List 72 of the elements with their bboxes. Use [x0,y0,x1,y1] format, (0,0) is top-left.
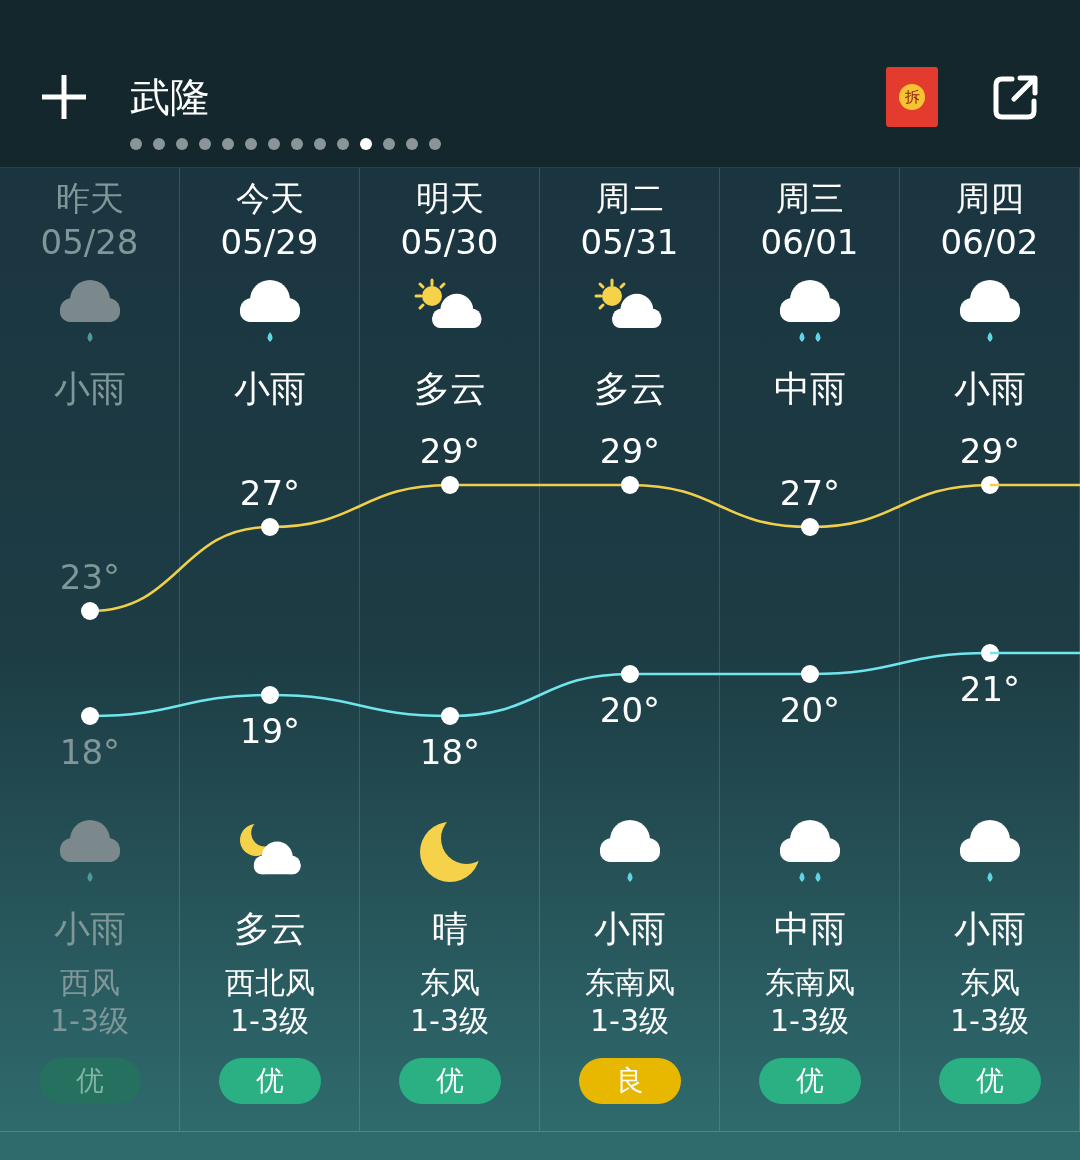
wind-direction: 东南风 [584,964,675,1002]
wind-direction: 西风 [59,964,120,1002]
temperature-label: 18° [58,732,122,772]
page-dot[interactable] [199,138,211,150]
temperature-label: 27° [238,473,302,513]
air-quality-badge: 优 [398,1058,501,1104]
day-date: 05/28 [40,221,139,264]
temperature-label: 23° [58,557,122,597]
air-quality-badge: 优 [218,1058,321,1104]
page-dot[interactable] [291,138,303,150]
day-weather: 小雨 [953,367,1026,411]
temperature-label: 29° [598,431,662,471]
night-weather: 中雨 [773,907,846,951]
day-label: 昨天 [55,177,124,220]
day-weather: 小雨 [233,367,306,411]
city-title: 武隆 [130,72,210,122]
wind-direction: 东南风 [764,964,855,1002]
day-date: 06/01 [760,221,859,264]
temperature-label: 21° [958,669,1022,709]
temperature-label: 19° [238,711,302,751]
wind-level: 1-3级 [230,1002,309,1040]
wind-direction: 西北风 [224,964,315,1002]
temperature-label: 20° [598,690,662,730]
day-label: 明天 [415,177,484,220]
page-dot[interactable] [153,138,165,150]
wind-level: 1-3级 [590,1002,669,1040]
add-icon[interactable] [40,73,88,121]
page-dot[interactable] [268,138,280,150]
night-weather: 小雨 [53,907,126,951]
wind-level: 1-3级 [770,1002,849,1040]
wind-level: 1-3级 [950,1002,1029,1040]
night-weather: 晴 [431,907,468,951]
day-date: 06/02 [940,221,1039,264]
day-label: 周四 [955,177,1024,220]
day-label: 周二 [595,177,664,220]
page-dot[interactable] [314,138,326,150]
air-quality-badge: 优 [38,1058,141,1104]
page-dot[interactable] [337,138,349,150]
page-dot[interactable] [383,138,395,150]
day-weather: 多云 [413,367,486,411]
page-dot[interactable] [176,138,188,150]
page-dot[interactable] [360,138,372,150]
wind-direction: 东风 [959,964,1020,1002]
page-dot[interactable] [222,138,234,150]
temperature-label: 29° [418,431,482,471]
page-dot[interactable] [130,138,142,150]
day-weather: 多云 [593,367,666,411]
page-dot[interactable] [406,138,418,150]
air-quality-badge: 优 [938,1058,1041,1104]
day-date: 05/29 [220,221,319,264]
envelope-icon[interactable]: 拆 [886,67,938,127]
temperature-label: 29° [958,431,1022,471]
day-date: 05/30 [400,221,499,264]
air-quality-badge: 良 [578,1058,681,1104]
day-weather: 中雨 [773,367,846,411]
day-weather: 小雨 [53,367,126,411]
page-dot[interactable] [245,138,257,150]
day-label: 今天 [235,177,304,220]
wind-level: 1-3级 [50,1002,129,1040]
temperature-label: 20° [778,690,842,730]
air-quality-badge: 优 [758,1058,861,1104]
night-weather: 小雨 [953,907,1026,951]
wind-level: 1-3级 [410,1002,489,1040]
day-date: 05/31 [580,221,679,264]
page-dot[interactable] [429,138,441,150]
temperature-label: 18° [418,732,482,772]
day-label: 周三 [775,177,844,220]
night-weather: 多云 [233,907,306,951]
wind-direction: 东风 [419,964,480,1002]
night-weather: 小雨 [593,907,666,951]
share-icon[interactable] [992,73,1040,121]
temperature-label: 27° [778,473,842,513]
